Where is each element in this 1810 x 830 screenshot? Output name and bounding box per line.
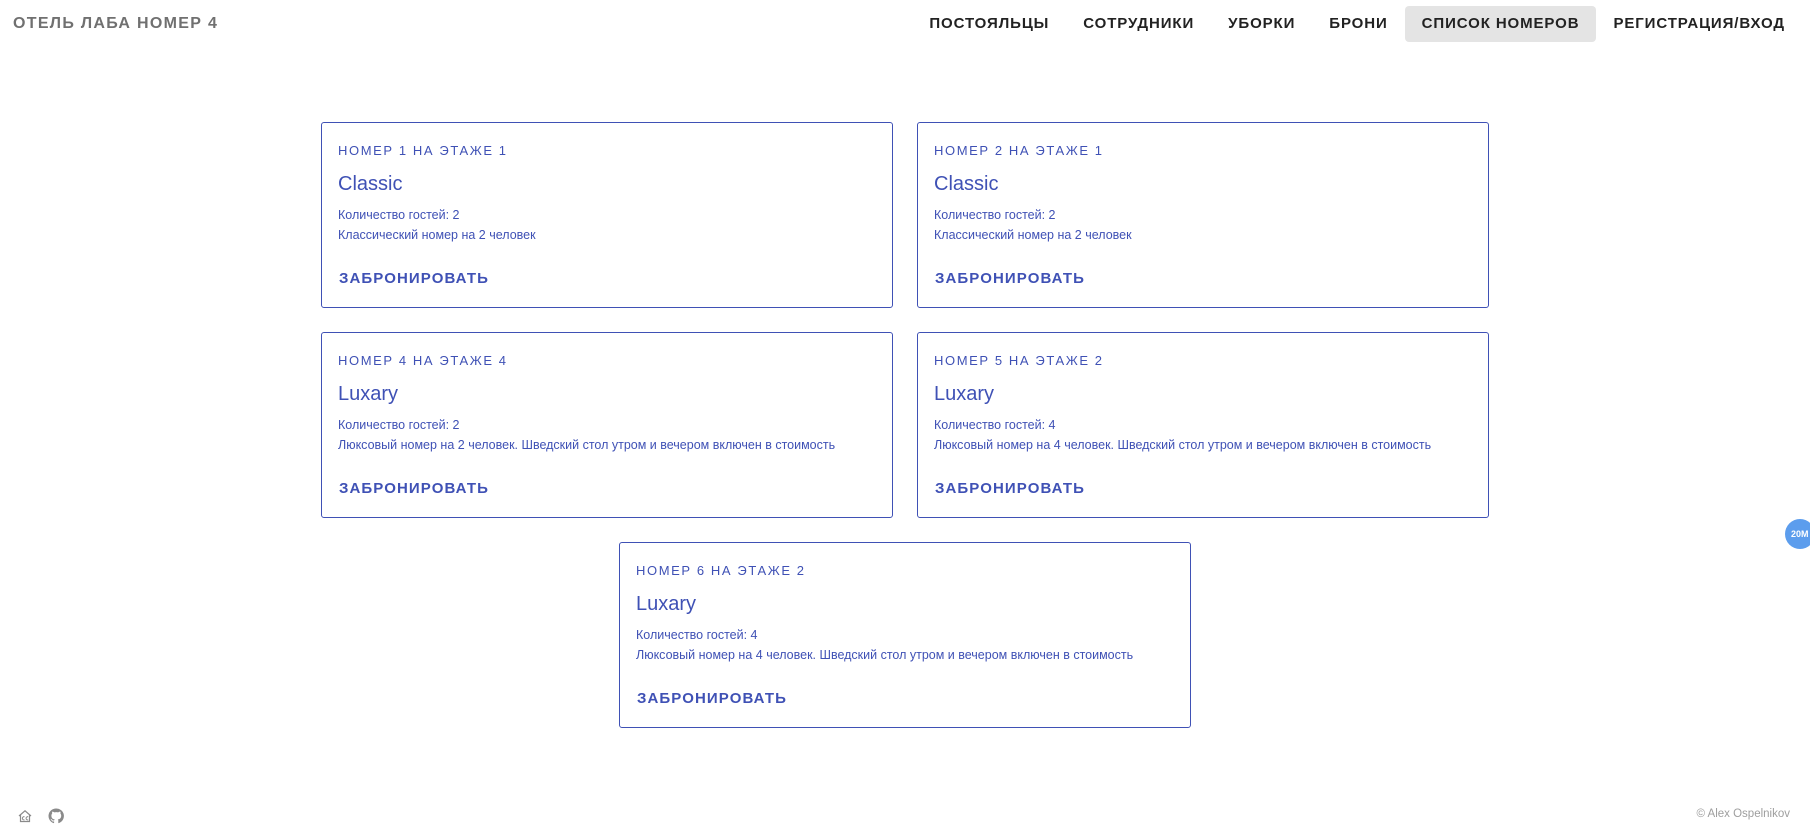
room-number-floor: НОМЕР 4 НА ЭТАЖЕ 4 bbox=[338, 353, 508, 368]
nav-room-list[interactable]: СПИСОК НОМЕРОВ bbox=[1404, 6, 1597, 42]
room-card: НОМЕР 4 НА ЭТАЖЕ 4 Luxary Количество гос… bbox=[321, 332, 893, 518]
nav-guests[interactable]: ПОСТОЯЛЬЦЫ bbox=[912, 6, 1066, 42]
github-icon[interactable] bbox=[48, 808, 64, 824]
nav-register-login[interactable]: РЕГИСТРАЦИЯ/ВХОД bbox=[1596, 6, 1802, 42]
app-header: ОТЕЛЬ ЛАБА НОМЕР 4 ПОСТОЯЛЬЦЫ СОТРУДНИКИ… bbox=[0, 0, 1810, 46]
room-number-floor: НОМЕР 2 НА ЭТАЖЕ 1 bbox=[934, 143, 1104, 158]
room-guest-count: Количество гостей: 2 bbox=[934, 208, 1056, 222]
room-number-floor: НОМЕР 6 НА ЭТАЖЕ 2 bbox=[636, 563, 806, 578]
nav-staff[interactable]: СОТРУДНИКИ bbox=[1066, 6, 1211, 42]
room-card: НОМЕР 5 НА ЭТАЖЕ 2 Luxary Количество гос… bbox=[917, 332, 1489, 518]
home-icon[interactable] bbox=[17, 808, 33, 824]
room-description: Люксовый номер на 4 человек. Шведский ст… bbox=[636, 648, 1134, 662]
room-number-floor: НОМЕР 5 НА ЭТАЖЕ 2 bbox=[934, 353, 1104, 368]
room-guest-count: Количество гостей: 2 bbox=[338, 418, 460, 432]
room-guest-count: Количество гостей: 4 bbox=[636, 628, 758, 642]
room-card: НОМЕР 2 НА ЭТАЖЕ 1 Classic Количество го… bbox=[917, 122, 1489, 308]
room-type: Classic bbox=[338, 173, 403, 195]
book-button[interactable]: ЗАБРОНИРОВАТЬ bbox=[927, 263, 1093, 295]
book-button[interactable]: ЗАБРОНИРОВАТЬ bbox=[331, 263, 497, 295]
room-card: НОМЕР 1 НА ЭТАЖЕ 1 Classic Количество го… bbox=[321, 122, 893, 308]
room-description: Классический номер на 2 человек bbox=[934, 228, 1132, 242]
room-guest-count: Количество гостей: 4 bbox=[934, 418, 1056, 432]
room-description: Классический номер на 2 человек bbox=[338, 228, 536, 242]
nav-cleanings[interactable]: УБОРКИ bbox=[1211, 6, 1312, 42]
room-card: НОМЕР 6 НА ЭТАЖЕ 2 Luxary Количество гос… bbox=[619, 542, 1191, 728]
room-type: Luxary bbox=[636, 593, 697, 615]
book-button[interactable]: ЗАБРОНИРОВАТЬ bbox=[331, 473, 497, 505]
room-description: Люксовый номер на 4 человек. Шведский ст… bbox=[934, 438, 1432, 452]
main-nav: ПОСТОЯЛЬЦЫ СОТРУДНИКИ УБОРКИ БРОНИ СПИСО… bbox=[912, 6, 1802, 42]
room-type: Classic bbox=[934, 173, 999, 195]
nav-bookings[interactable]: БРОНИ bbox=[1312, 6, 1404, 42]
site-brand[interactable]: ОТЕЛЬ ЛАБА НОМЕР 4 bbox=[13, 15, 218, 33]
room-description: Люксовый номер на 2 человек. Шведский ст… bbox=[338, 438, 836, 452]
room-type: Luxary bbox=[934, 383, 995, 405]
copyright-text: © Alex Ospelnikov bbox=[1696, 808, 1791, 820]
room-type: Luxary bbox=[338, 383, 399, 405]
book-button[interactable]: ЗАБРОНИРОВАТЬ bbox=[629, 683, 795, 715]
book-button[interactable]: ЗАБРОНИРОВАТЬ bbox=[927, 473, 1093, 505]
zoom-badge[interactable]: 20M bbox=[1785, 519, 1810, 549]
room-guest-count: Количество гостей: 2 bbox=[338, 208, 460, 222]
room-number-floor: НОМЕР 1 НА ЭТАЖЕ 1 bbox=[338, 143, 508, 158]
